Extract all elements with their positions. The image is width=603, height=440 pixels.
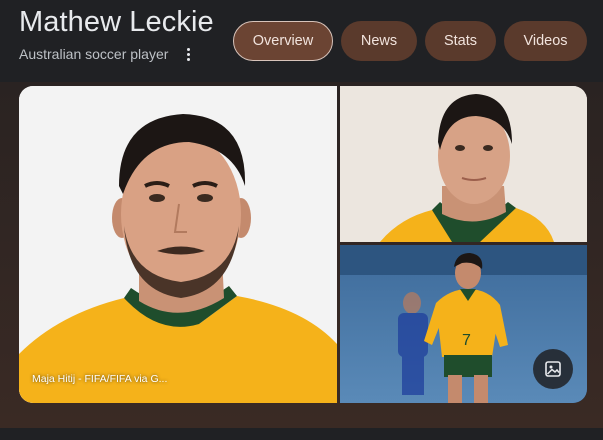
main-portrait-image[interactable]: Maja Hitij - FIFA/FIFA via G...: [19, 86, 337, 403]
entity-subtitle: Australian soccer player: [19, 46, 169, 62]
svg-text:7: 7: [462, 332, 471, 349]
tab-videos[interactable]: Videos: [504, 21, 587, 61]
more-vert-icon[interactable]: [180, 45, 196, 63]
headshot-illustration: [340, 86, 587, 242]
tab-overview[interactable]: Overview: [233, 21, 333, 61]
tab-stats[interactable]: Stats: [425, 21, 496, 61]
action-image[interactable]: 7: [340, 245, 587, 403]
divider: [0, 428, 603, 440]
entity-title: Mathew Leckie: [19, 6, 214, 38]
portrait-illustration: [19, 86, 337, 403]
image-grid: Maja Hitij - FIFA/FIFA via G... 7: [19, 86, 587, 403]
tab-label: Videos: [523, 33, 568, 49]
tab-label: Overview: [252, 33, 314, 49]
image-search-button[interactable]: [533, 349, 573, 389]
image-search-icon: [545, 361, 561, 377]
image-credit: Maja Hitij - FIFA/FIFA via G...: [32, 373, 168, 385]
headshot-image[interactable]: [340, 86, 587, 242]
entity-subtitle-row: Australian soccer player: [19, 45, 196, 63]
tab-label: Stats: [443, 33, 478, 49]
tab-news[interactable]: News: [341, 21, 417, 61]
tab-label: News: [360, 33, 398, 49]
